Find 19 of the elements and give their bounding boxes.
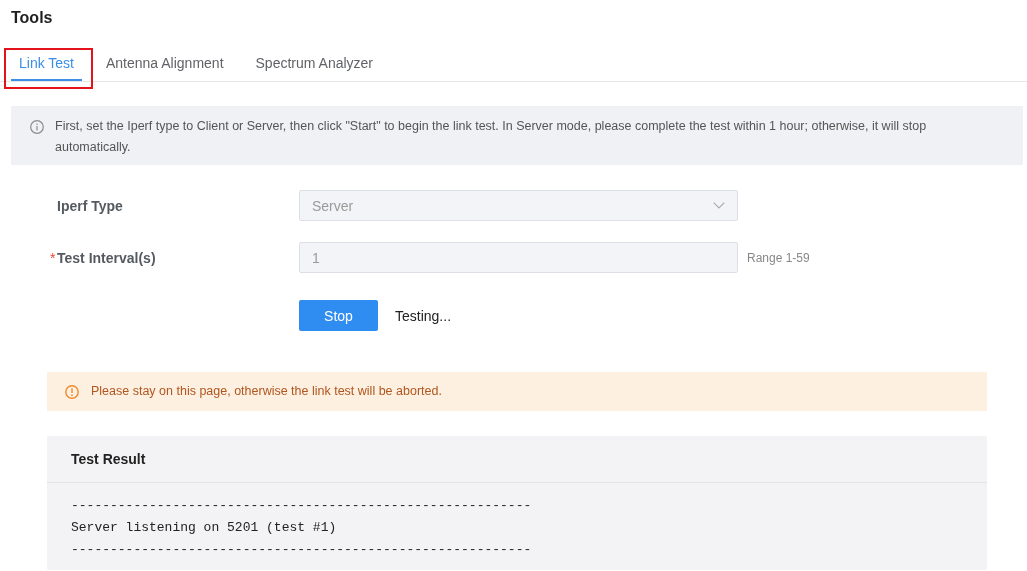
tab[interactable]: Link Test: [11, 46, 82, 81]
notice-text: Please stay on this page, otherwise the link test will be aborted.: [91, 383, 442, 400]
chevron-down-icon: [713, 202, 725, 209]
log-line: Server listening on 5201 (test #1): [71, 519, 337, 537]
field-label: Iperf Type: [57, 197, 123, 214]
notice-text: First, set the Iperf type to Client or Server, then click "Start" to begin the link test. In Server mode, please complete the test within 1 hour; otherwise, it will stop automatically.: [55, 118, 928, 156]
range-hint: Range 1-59: [747, 250, 810, 265]
status-text: Testing...: [395, 307, 452, 324]
field-label: Test Interval(s): [57, 249, 156, 266]
page-title: Tools: [11, 8, 53, 28]
required-mark: *: [50, 249, 57, 266]
log-line: -----------------------------------------------------------: [71, 541, 532, 559]
card-title: Test Result: [71, 451, 146, 467]
stop-button[interactable]: Stop: [299, 300, 378, 331]
warning-icon: [65, 384, 79, 399]
info-icon: [30, 119, 44, 134]
tab[interactable]: Spectrum Analyzer: [247, 46, 382, 81]
log-line: -----------------------------------------------------------: [71, 497, 532, 515]
tab[interactable]: Antenna Alignment: [98, 46, 232, 81]
